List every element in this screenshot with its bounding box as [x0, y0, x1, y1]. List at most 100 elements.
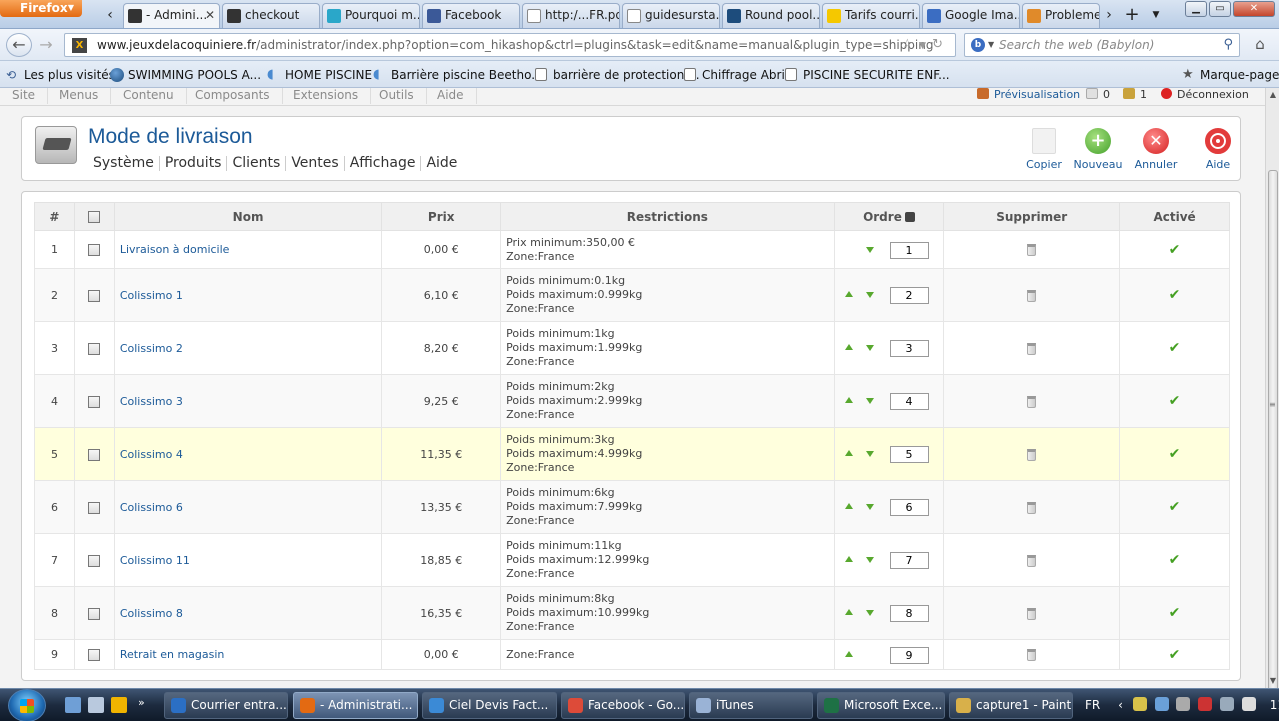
tray-antivirus-icon[interactable] — [1198, 697, 1213, 711]
checkmark-icon[interactable]: ✔ — [1169, 340, 1181, 356]
submenu-item-4[interactable]: Affichage — [343, 156, 421, 171]
submenu-item-2[interactable]: Clients — [226, 156, 285, 171]
close-tab-icon[interactable]: ✕ — [205, 4, 215, 27]
trash-icon[interactable] — [1027, 395, 1037, 408]
column-header-price[interactable]: Prix — [381, 202, 502, 231]
submenu-item-0[interactable]: Système — [88, 156, 159, 171]
bookmark-item[interactable]: ◖ HOME PISCINE — [265, 67, 372, 83]
order-input[interactable] — [889, 340, 929, 357]
tray-babylon-icon[interactable] — [1154, 697, 1169, 711]
more-quicklaunch-icon[interactable]: » — [138, 696, 154, 712]
move-down-arrow-icon[interactable] — [865, 398, 874, 404]
volume-icon[interactable] — [1241, 697, 1256, 711]
move-up-arrow-icon[interactable] — [844, 556, 853, 562]
row-checkbox[interactable] — [88, 649, 101, 661]
tray-device-icon[interactable] — [1176, 697, 1191, 711]
admin-menu-composants[interactable]: Composants — [183, 88, 283, 104]
move-down-arrow-icon[interactable] — [865, 504, 874, 510]
order-input[interactable] — [889, 605, 929, 622]
trash-icon[interactable] — [1027, 554, 1037, 567]
shipping-method-link[interactable]: Colissimo 2 — [120, 342, 183, 355]
submenu-item-5[interactable]: Aide — [420, 156, 462, 171]
bookmark-item[interactable]: ⟲ Les plus visités — [4, 67, 115, 83]
move-down-arrow-icon[interactable] — [865, 246, 874, 253]
taskbar-item[interactable]: Ciel Devis Fact... — [422, 692, 557, 719]
bookmark-item[interactable]: SWIMMING POOLS A... — [108, 67, 261, 83]
messages-count[interactable]: 0 — [1086, 88, 1110, 104]
tray-expand-icon[interactable]: ‹ — [1118, 698, 1123, 712]
browser-tab[interactable]: Google Ima... — [922, 3, 1020, 28]
url-bar[interactable]: X www.jeuxdelacoquiniere.fr/administrato… — [64, 33, 956, 57]
trash-icon[interactable] — [1027, 448, 1037, 461]
bookmarks-menu-button[interactable]: ★ Marque-pages — [1180, 67, 1279, 83]
shipping-method-link[interactable]: Retrait en magasin — [120, 648, 225, 661]
admin-menu-menus[interactable]: Menus — [47, 88, 112, 104]
taskbar-item[interactable]: iTunes — [689, 692, 813, 719]
preview-link[interactable]: Prévisualisation — [977, 88, 1080, 104]
trash-icon[interactable] — [1027, 649, 1037, 661]
move-up-arrow-icon[interactable] — [844, 450, 853, 456]
clock[interactable]: 11:57 — [1270, 698, 1279, 712]
tray-app-icon[interactable] — [1132, 697, 1147, 711]
scrollbar-thumb[interactable] — [1268, 170, 1278, 721]
row-checkbox[interactable] — [88, 501, 101, 514]
column-header-active[interactable]: Activé — [1119, 202, 1230, 231]
row-checkbox[interactable] — [88, 554, 101, 567]
move-up-arrow-icon[interactable] — [844, 291, 853, 297]
row-checkbox[interactable] — [88, 607, 101, 620]
move-down-arrow-icon[interactable] — [865, 610, 874, 616]
switch-windows-icon[interactable] — [88, 697, 104, 713]
order-input[interactable] — [889, 241, 929, 259]
search-input[interactable]: b ▼ Search the web (Babylon) ⚲ — [964, 33, 1240, 57]
admin-menu-outils[interactable]: Outils — [367, 88, 427, 104]
trash-icon[interactable] — [1027, 607, 1037, 620]
row-checkbox[interactable] — [88, 244, 101, 256]
close-window-icon[interactable]: ✕ — [1233, 1, 1275, 17]
back-button[interactable]: ← — [6, 33, 32, 57]
taskbar-item[interactable]: Facebook - Go... — [561, 692, 685, 719]
shipping-method-link[interactable]: Livraison à domicile — [120, 243, 230, 256]
reload-icon[interactable]: ↻ — [932, 37, 949, 52]
taskbar-item[interactable]: Courrier entra... — [164, 692, 288, 719]
start-button[interactable] — [8, 689, 46, 721]
taskbar-item[interactable]: - Administrati... — [293, 692, 418, 719]
shipping-method-link[interactable]: Colissimo 1 — [120, 289, 183, 302]
logout-link[interactable]: Déconnexion — [1161, 88, 1249, 104]
move-up-arrow-icon[interactable] — [844, 650, 853, 657]
taskbar-item[interactable]: capture1 - Paint — [949, 692, 1073, 719]
move-up-arrow-icon[interactable] — [844, 344, 853, 350]
browser-tab[interactable]: Tarifs courri... — [822, 3, 920, 28]
move-down-arrow-icon[interactable] — [865, 292, 874, 298]
bookmark-star-icon[interactable]: ☆ — [902, 37, 920, 52]
row-checkbox[interactable] — [88, 448, 101, 461]
move-down-arrow-icon[interactable] — [865, 451, 874, 457]
chevron-down-icon[interactable]: ▼ — [988, 34, 994, 56]
checkmark-icon[interactable]: ✔ — [1169, 499, 1181, 515]
copy-button[interactable]: Copier — [1013, 125, 1075, 175]
browser-tab[interactable]: Round pool... — [722, 3, 820, 28]
shipping-method-link[interactable]: Colissimo 8 — [120, 607, 183, 620]
show-desktop-icon[interactable] — [65, 697, 81, 713]
browser-tab[interactable]: Probleme — [1022, 3, 1100, 28]
bookmark-item[interactable]: PISCINE SECURITE ENF... — [783, 67, 950, 83]
bookmark-item[interactable]: ◖ Barrière piscine Beetho... — [371, 67, 543, 83]
select-all-checkbox[interactable] — [88, 211, 101, 223]
trash-icon[interactable] — [1027, 501, 1037, 514]
order-input[interactable] — [889, 446, 929, 463]
move-up-arrow-icon[interactable] — [844, 503, 853, 509]
tab-list-icon[interactable]: ▼ — [1148, 5, 1164, 25]
row-checkbox[interactable] — [88, 395, 101, 408]
checkmark-icon[interactable]: ✔ — [1169, 287, 1181, 303]
order-input[interactable] — [889, 393, 929, 410]
firefox-menu-button[interactable]: Firefox ▼ — [0, 0, 82, 17]
checkmark-icon[interactable]: ✔ — [1169, 647, 1181, 663]
column-header-order[interactable]: Ordre — [833, 202, 945, 231]
admin-menu-site[interactable]: Site — [0, 88, 49, 104]
admin-menu-extensions[interactable]: Extensions — [281, 88, 372, 104]
media-player-icon[interactable] — [111, 697, 127, 713]
order-input[interactable] — [889, 552, 929, 569]
tab-scroll-right-icon[interactable]: › — [1101, 5, 1117, 25]
trash-icon[interactable] — [1027, 342, 1037, 355]
move-up-arrow-icon[interactable] — [844, 397, 853, 403]
column-header-name[interactable]: Nom — [113, 202, 383, 231]
